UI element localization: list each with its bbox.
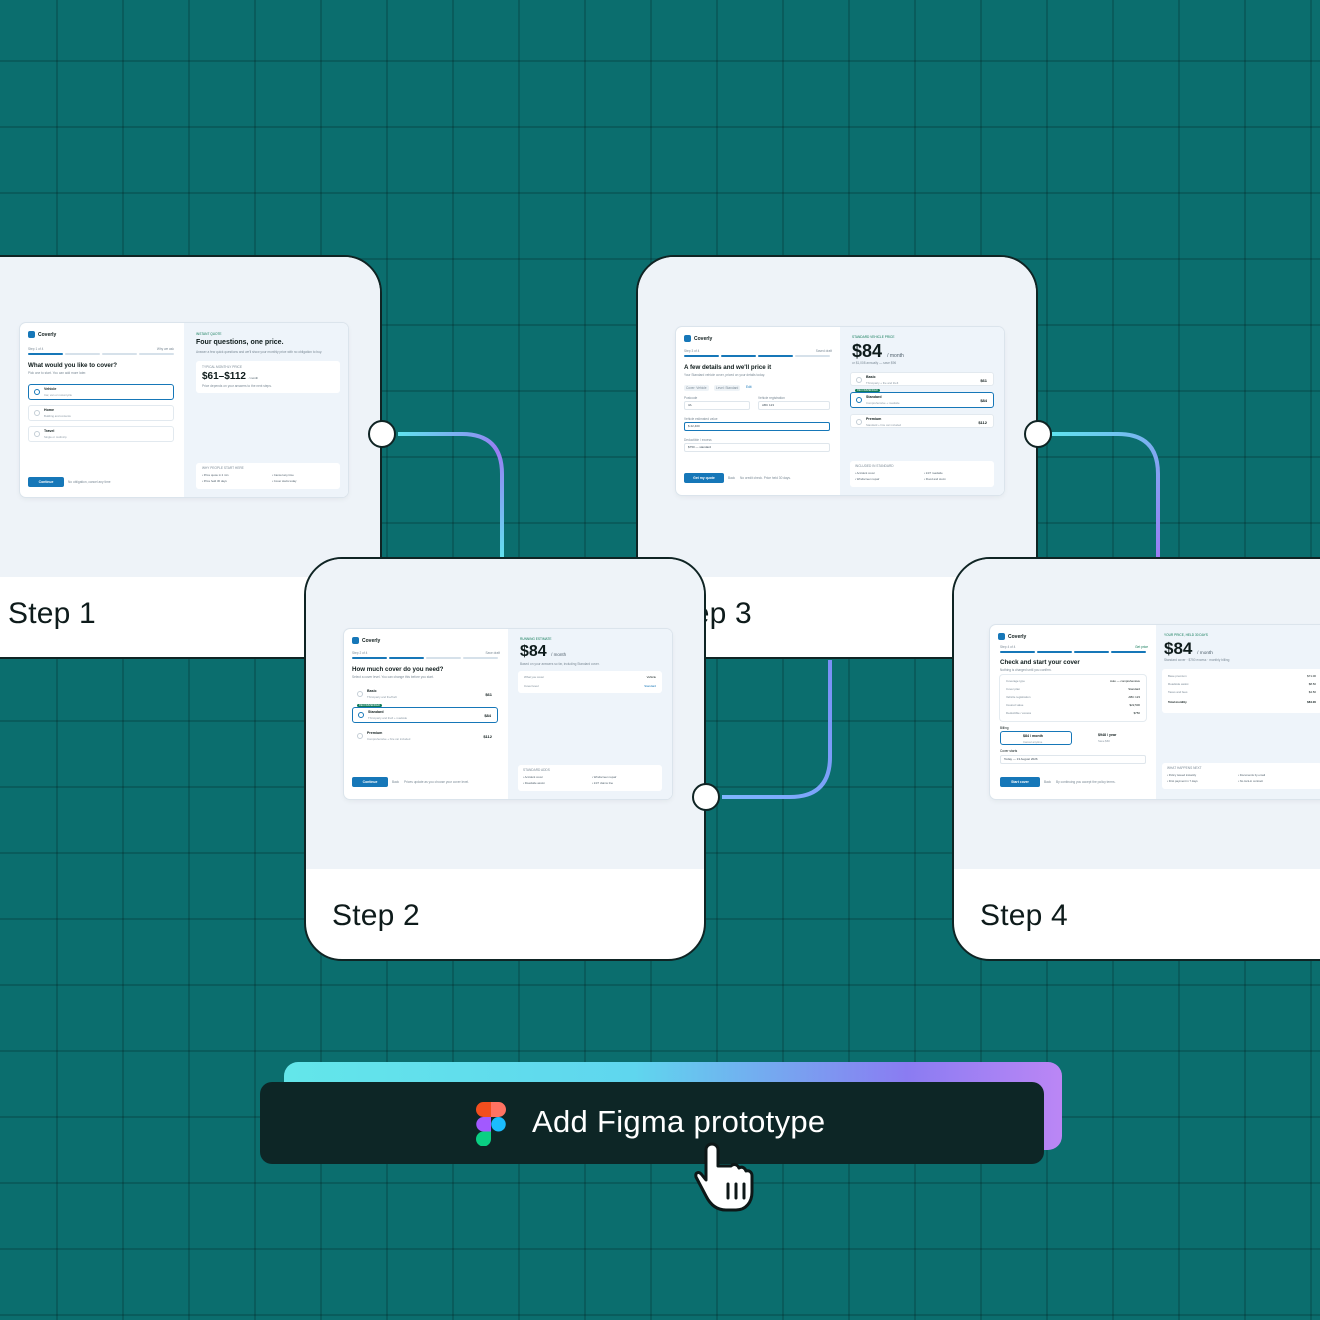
add-figma-prototype-button[interactable]: Add Figma prototype — [260, 1082, 1044, 1164]
option-travel[interactable]: Travel Single or multi-trip — [28, 426, 174, 442]
step4-screen-preview: Coverly Step 4 of 4 Get price Check and … — [990, 625, 1320, 799]
coverly-logo-icon — [684, 335, 691, 342]
coverly-logo-icon — [352, 637, 359, 644]
coverly-logo-icon — [998, 633, 1005, 640]
connector-step2-step3 — [722, 660, 832, 799]
step-2-label: Step 2 — [332, 899, 420, 932]
connector-port-step3[interactable] — [1024, 420, 1052, 448]
cta-label: Add Figma prototype — [532, 1104, 826, 1139]
plan-basic[interactable]: Basic Third-party and fire/theft $61 — [352, 687, 498, 701]
plan-standard[interactable]: RECOMMENDED Standard Comprehensive + roads… — [850, 389, 994, 408]
connector-step3-step4 — [1052, 432, 1160, 560]
step1-screen-preview: Coverly Step 1 of 4 Why we ask What woul… — [20, 323, 348, 497]
connector-port-step2[interactable] — [692, 783, 720, 811]
connector-port-step1[interactable] — [368, 420, 396, 448]
step-4-label: Step 4 — [980, 899, 1068, 932]
continue-button[interactable]: Continue — [28, 477, 64, 487]
start-cover-button[interactable]: Start cover — [1000, 777, 1040, 787]
start-date-select[interactable]: Today — 13 August 2026 — [1000, 755, 1146, 764]
option-home[interactable]: Home Building and contents — [28, 405, 174, 421]
postcode-input[interactable]: 3A — [684, 401, 750, 410]
figma-icon — [476, 1102, 506, 1146]
plan-premium[interactable]: Premium Standard + hire car included $112 — [850, 414, 994, 428]
vehicle-value-input[interactable]: $ 22,400 — [684, 422, 830, 431]
coverly-logo-icon — [28, 331, 35, 338]
coverly-brand: Coverly — [28, 331, 56, 338]
registration-input[interactable]: ABC 123 — [758, 401, 830, 410]
deductible-select[interactable]: $750 — standard — [684, 443, 830, 452]
connector-step1-step2 — [398, 432, 504, 560]
billing-monthly-option[interactable]: $84 / month Cancel anytime — [1000, 731, 1072, 745]
plan-standard[interactable]: RECOMMENDED Standard Third-party and theft… — [352, 704, 498, 723]
hand-pointer-icon — [694, 1142, 754, 1212]
step-1-label: Step 1 — [8, 597, 96, 630]
plan-basic[interactable]: Basic Third-party + fire and theft $61 — [850, 372, 994, 386]
step2-screen-preview: Coverly Step 2 of 4 Save draft How much … — [344, 629, 672, 799]
step-card-2[interactable]: Coverly Step 2 of 4 Save draft How much … — [304, 557, 706, 961]
continue-button[interactable]: Continue — [352, 777, 388, 787]
option-vehicle[interactable]: Vehicle Car, van or motorcycle — [28, 384, 174, 400]
plan-premium[interactable]: Premium Comprehensive + hire car included… — [352, 729, 498, 743]
step3-screen-preview: Coverly Step 3 of 4 Saved draft A few de… — [676, 327, 1004, 495]
get-quote-button[interactable]: Get my quote — [684, 473, 724, 483]
step-card-4[interactable]: Coverly Step 4 of 4 Get price Check and … — [952, 557, 1320, 961]
billing-yearly-option[interactable]: $948 / year Save $60 — [1076, 731, 1146, 745]
